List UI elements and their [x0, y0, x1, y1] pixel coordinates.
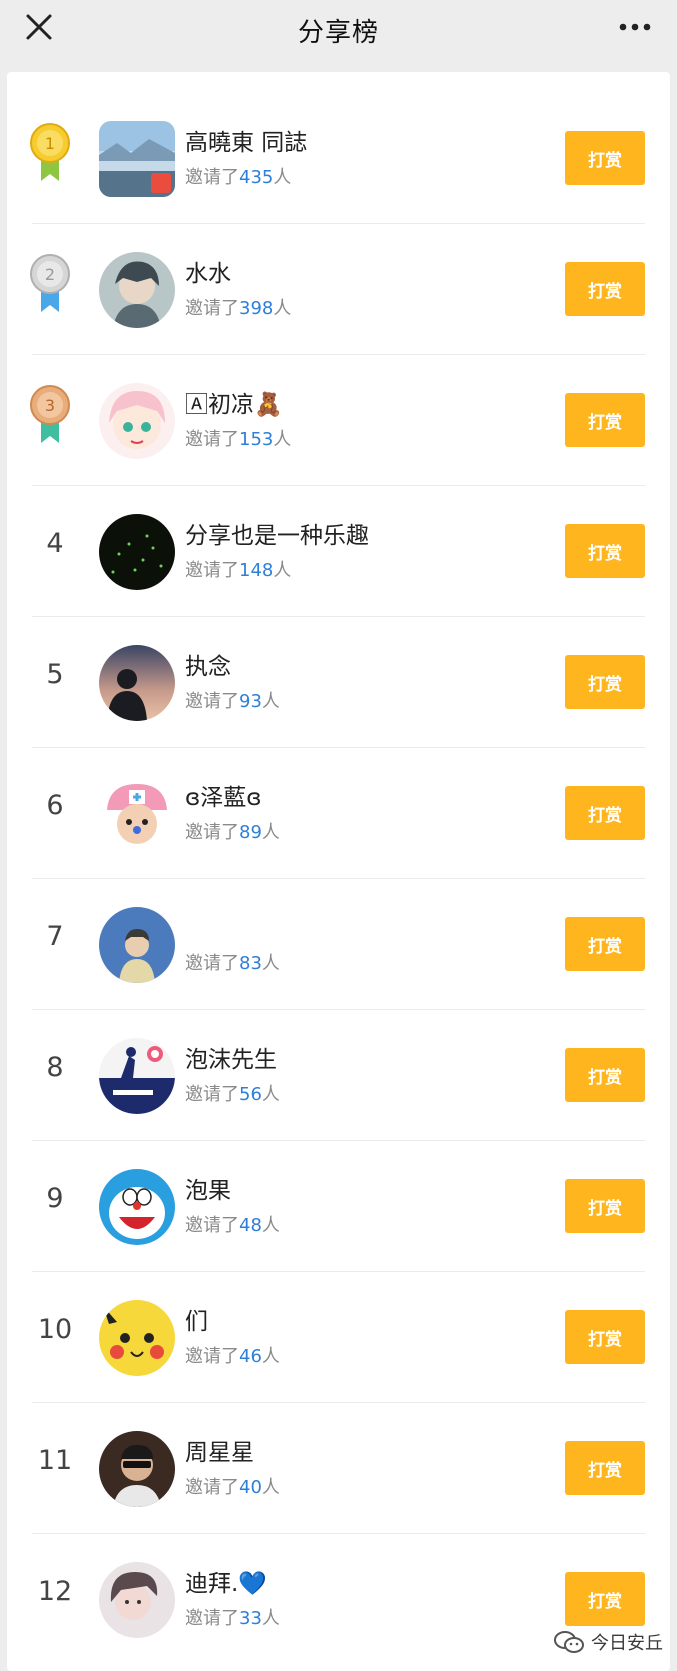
invite-count: 邀请了89人	[185, 822, 280, 843]
bronze-medal-icon: 3	[30, 385, 70, 443]
user-name: 高曉東 同誌	[185, 130, 308, 156]
rank-number: 8	[46, 1052, 64, 1083]
invite-count: 邀请了93人	[185, 691, 280, 712]
user-name: 泡沫先生	[185, 1047, 277, 1073]
rank-number: 10	[37, 1314, 73, 1345]
page-title: 分享榜	[297, 17, 379, 48]
leaderboard-row: 7 邀请了83人 打赏	[7, 879, 670, 1010]
leaderboard-row: 5 执念 邀请了93人 打赏	[7, 617, 670, 748]
leaderboard-row: 8 泡沫先生 邀请了56人 打赏	[7, 1010, 670, 1141]
invite-count: 邀请了40人	[185, 1477, 280, 1498]
gold-medal-icon: 1	[30, 123, 70, 181]
user-name: 泡果	[185, 1178, 231, 1204]
leaderboard-row: 4 分享也是一种乐趣 邀请了148人 打赏	[7, 486, 670, 617]
invite-count: 邀请了46人	[185, 1346, 280, 1367]
invite-count: 邀请了83人	[185, 953, 280, 974]
leaderboard-row: 11 周星星 邀请了40人 打赏	[7, 1403, 670, 1534]
leaderboard-row: 1 高曉東 同誌 邀请了435人 打赏	[7, 93, 670, 224]
invite-count: 邀请了56人	[185, 1084, 280, 1105]
rank-number: 11	[37, 1445, 73, 1476]
invite-count: 邀请了33人	[185, 1608, 280, 1629]
rank-number: 5	[46, 659, 64, 690]
rank-number: 6	[46, 790, 64, 821]
reward-button[interactable]: 打赏	[565, 917, 645, 971]
reward-button[interactable]: 打赏	[565, 262, 645, 316]
leaderboard-card: 1 高曉東 同誌 邀请了435人 打赏 2 水水 邀请了398人 打赏 3 🄰初…	[7, 72, 670, 1671]
reward-button[interactable]: 打赏	[565, 524, 645, 578]
leaderboard-row: 9 泡果 邀请了48人 打赏	[7, 1141, 670, 1272]
invite-count: 邀请了153人	[185, 429, 292, 450]
leaderboard-row: 10 们 邀请了46人 打赏	[7, 1272, 670, 1403]
watermark: 今日安丘	[553, 1629, 663, 1655]
watermark-text: 今日安丘	[591, 1633, 663, 1654]
silver-medal-icon: 2	[30, 254, 70, 312]
user-name: 迪拜.💙	[185, 1571, 267, 1597]
avatar[interactable]	[99, 1431, 175, 1507]
user-name: ɞ泽藍ɞ	[185, 785, 262, 811]
rank-number: 9	[46, 1183, 64, 1214]
wechat-official-account-icon	[554, 1631, 584, 1653]
reward-button[interactable]: 打赏	[565, 786, 645, 840]
reward-button[interactable]: 打赏	[565, 1572, 645, 1626]
leaderboard-row: 2 水水 邀请了398人 打赏	[7, 224, 670, 355]
reward-button[interactable]: 打赏	[565, 1441, 645, 1495]
avatar[interactable]	[99, 907, 175, 983]
avatar[interactable]	[99, 514, 175, 590]
reward-button[interactable]: 打赏	[565, 655, 645, 709]
avatar[interactable]	[99, 1562, 175, 1638]
invite-count: 邀请了48人	[185, 1215, 280, 1236]
user-name: 周星星	[185, 1440, 254, 1466]
svg-text:3: 3	[45, 396, 55, 415]
more-icon[interactable]	[615, 12, 655, 42]
avatar[interactable]	[99, 121, 175, 197]
svg-text:1: 1	[45, 134, 55, 153]
user-name: 水水	[185, 261, 231, 287]
svg-text:2: 2	[45, 265, 55, 284]
avatar[interactable]	[99, 383, 175, 459]
reward-button[interactable]: 打赏	[565, 1048, 645, 1102]
invite-count: 邀请了435人	[185, 167, 292, 188]
avatar[interactable]	[99, 645, 175, 721]
invite-count: 邀请了148人	[185, 560, 292, 581]
invite-count: 邀请了398人	[185, 298, 292, 319]
user-name: 分享也是一种乐趣	[185, 523, 369, 549]
nav-bar: 分享榜	[0, 0, 677, 60]
rank-number: 7	[46, 921, 64, 952]
leaderboard-row: 3 🄰初凉🧸 邀请了153人 打赏	[7, 355, 670, 486]
avatar[interactable]	[99, 1038, 175, 1114]
close-icon[interactable]	[22, 10, 56, 44]
avatar[interactable]	[99, 252, 175, 328]
avatar[interactable]	[99, 776, 175, 852]
avatar[interactable]	[99, 1169, 175, 1245]
reward-button[interactable]: 打赏	[565, 131, 645, 185]
user-name: 🄰初凉🧸	[185, 392, 283, 418]
leaderboard-row: 6 ɞ泽藍ɞ 邀请了89人 打赏	[7, 748, 670, 879]
reward-button[interactable]: 打赏	[565, 1310, 645, 1364]
user-name: 们	[185, 1309, 208, 1335]
rank-number: 4	[46, 528, 64, 559]
avatar[interactable]	[99, 1300, 175, 1376]
reward-button[interactable]: 打赏	[565, 393, 645, 447]
rank-number: 12	[37, 1576, 73, 1607]
reward-button[interactable]: 打赏	[565, 1179, 645, 1233]
user-name: 执念	[185, 654, 231, 680]
